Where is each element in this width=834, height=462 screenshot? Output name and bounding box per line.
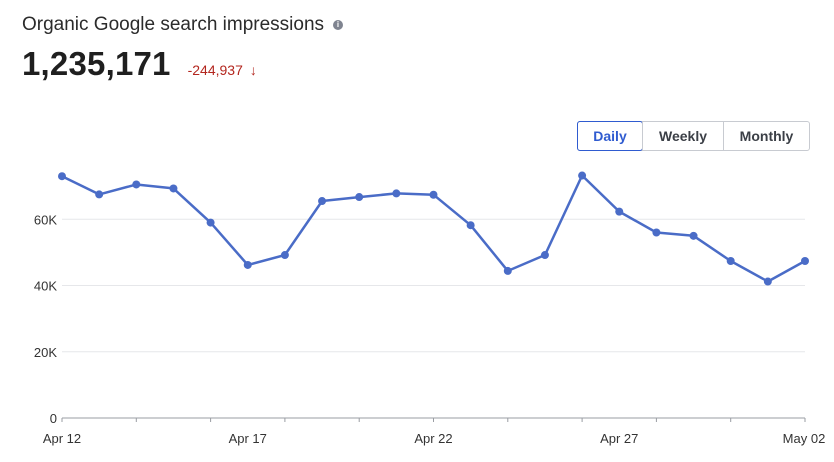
x-tick-label: Apr 27 [600, 431, 638, 446]
data-point [615, 207, 624, 216]
data-point [503, 266, 512, 275]
data-point [652, 228, 661, 237]
data-point [726, 256, 735, 265]
data-point [801, 256, 809, 265]
x-tick-label: Apr 22 [414, 431, 452, 446]
data-point [466, 221, 475, 230]
data-point [95, 190, 104, 199]
y-tick-label: 40K [34, 279, 57, 294]
data-point [578, 171, 587, 180]
data-point [169, 184, 178, 193]
data-point [689, 231, 698, 240]
x-tick-label: Apr 17 [229, 431, 267, 446]
y-tick-label: 20K [34, 345, 57, 360]
impressions-line-chart: 0 20K 40K 60K Apr 12 Apr 17 Apr 22 Apr 27 May 02 [34, 171, 826, 446]
data-point [318, 197, 327, 206]
data-point [206, 218, 215, 227]
data-point [429, 190, 438, 199]
x-tick-label: Apr 12 [43, 431, 81, 446]
data-point [132, 180, 141, 189]
data-point [280, 251, 289, 260]
x-tick-label: May 02 [783, 431, 826, 446]
data-point [355, 193, 364, 202]
data-point [392, 189, 401, 198]
y-tick-label: 0 [50, 411, 57, 426]
data-point [763, 277, 772, 286]
data-point [243, 260, 252, 269]
data-point [540, 251, 549, 260]
data-point [58, 172, 66, 181]
y-tick-label: 60K [34, 212, 57, 227]
